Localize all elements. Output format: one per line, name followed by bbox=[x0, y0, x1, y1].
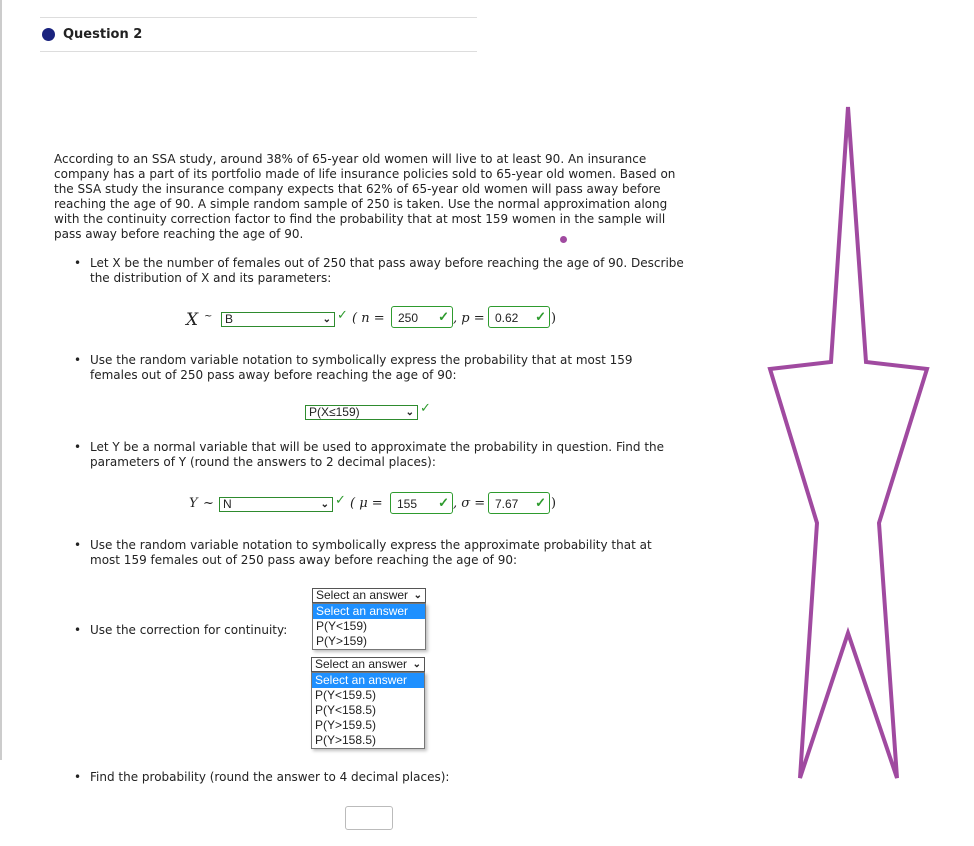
star-drawing bbox=[767, 106, 930, 779]
star-shape bbox=[767, 106, 930, 779]
